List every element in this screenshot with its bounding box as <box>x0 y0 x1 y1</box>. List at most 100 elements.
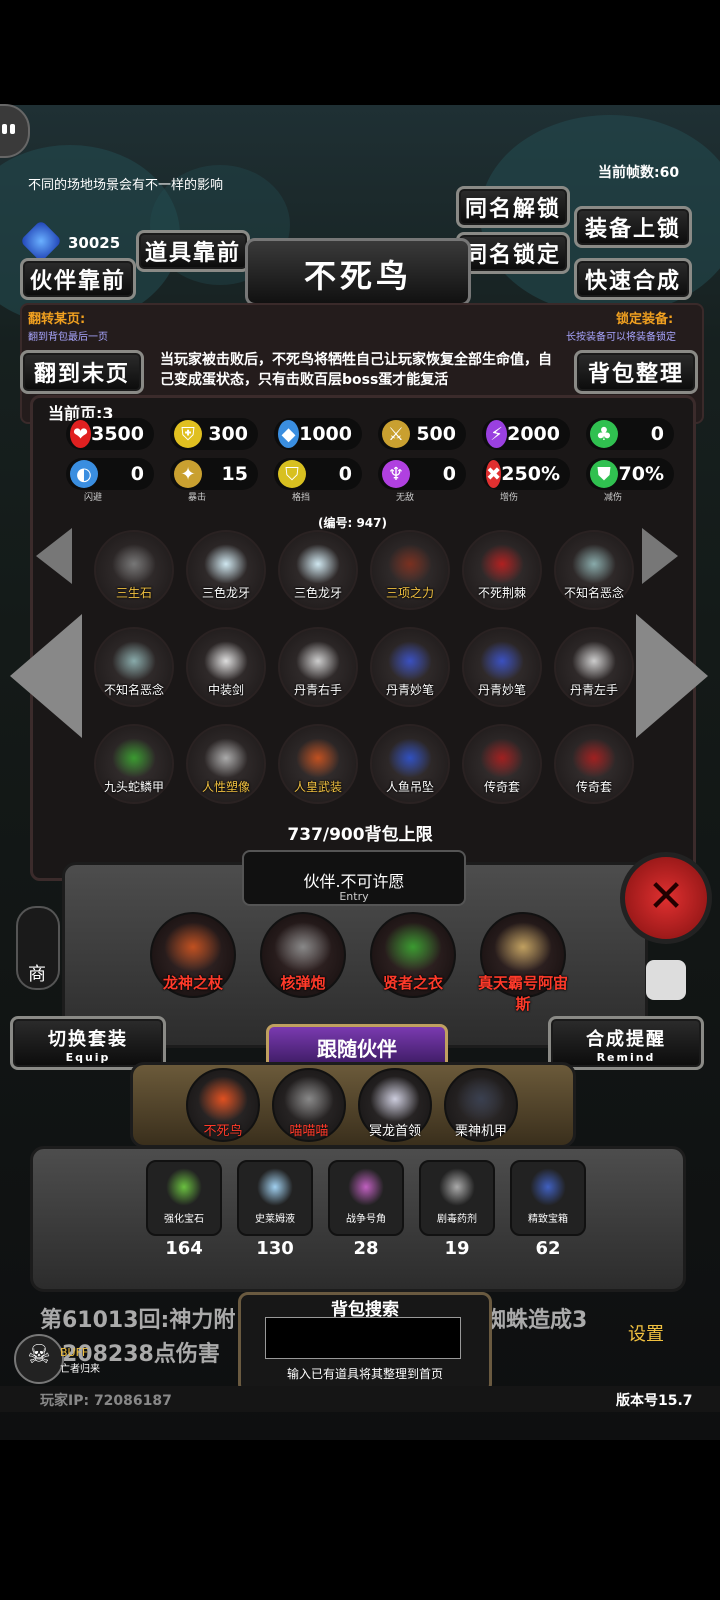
next-page-small-arrow[interactable] <box>642 528 678 584</box>
damage-down-icon: ⛊ <box>590 460 618 488</box>
next-page-arrow[interactable] <box>636 614 708 738</box>
inventory-name: 剧毒药剂 <box>437 1214 477 1225</box>
partner-orb[interactable]: 核弹炮 <box>260 912 346 998</box>
inventory-name: 精致宝箱 <box>528 1214 568 1225</box>
inventory-art <box>530 1168 566 1206</box>
companion-name: 不死鸟 <box>203 1124 243 1139</box>
inventory-art <box>257 1168 293 1206</box>
bag-item-slot[interactable]: 三生石 <box>94 530 174 610</box>
go-last-page-button[interactable]: 翻到末页 <box>20 350 144 394</box>
merge-remind-title: 合成提醒 <box>586 1029 666 1050</box>
player-ip: 玩家IP: 72086187 <box>40 1393 172 1409</box>
bag-item-slot[interactable]: 人鱼吊坠 <box>370 724 450 804</box>
companion-slot[interactable]: 不死鸟 <box>186 1068 260 1142</box>
stat-value: 2000 <box>507 423 560 445</box>
item-picture <box>572 738 616 778</box>
same-name-unlock-button[interactable]: 同名解锁 <box>456 186 570 228</box>
follow-partner-label: 跟随伙伴 <box>317 1037 397 1061</box>
bag-item-slot[interactable]: 丹青左手 <box>554 627 634 707</box>
partner-orb-art <box>384 922 442 972</box>
stat-value: 1000 <box>299 423 352 445</box>
companion-slot[interactable]: 栗神机甲 <box>444 1068 518 1142</box>
bag-item-slot[interactable]: 不死荆棘 <box>462 530 542 610</box>
item-picture <box>572 544 616 584</box>
sort-bag-button[interactable]: 背包整理 <box>574 350 698 394</box>
bag-item-slot[interactable]: 丹青右手 <box>278 627 358 707</box>
partner-front-button[interactable]: 伙伴靠前 <box>20 258 136 300</box>
item-picture <box>388 641 432 681</box>
partner-orb[interactable]: 真天霸号阿宙斯 <box>478 912 568 1013</box>
bag-item-slot[interactable]: 丹青妙笔 <box>462 627 542 707</box>
inventory-item[interactable]: 精致宝箱 62 <box>510 1160 586 1259</box>
item-name: 三色龙牙 <box>293 586 342 600</box>
item-picture <box>296 544 340 584</box>
bag-item-slot[interactable]: 三色龙牙 <box>278 530 358 610</box>
buff-button[interactable]: ☠ <box>14 1334 64 1384</box>
inventory-item[interactable]: 战争号角 28 <box>328 1160 404 1259</box>
item-picture <box>204 544 248 584</box>
bag-item-slot[interactable]: 人皇武装 <box>278 724 358 804</box>
companion-slot[interactable]: 喵喵喵 <box>272 1068 346 1142</box>
bag-item-slot[interactable]: 不知名恶念 <box>94 627 174 707</box>
stat-pill: ✖ 250% <box>482 458 570 490</box>
item-picture <box>388 544 432 584</box>
stat-value: 250% <box>501 463 560 485</box>
item-picture <box>388 738 432 778</box>
partner-orb[interactable]: 贤者之衣 <box>370 912 456 998</box>
stat-label: 暴击 <box>188 493 207 503</box>
quick-merge-button[interactable]: 快速合成 <box>574 258 692 300</box>
shop-button[interactable]: 商 <box>16 906 60 990</box>
inventory-count: 19 <box>444 1238 470 1259</box>
bag-item-slot[interactable]: 不知名恶念 <box>554 530 634 610</box>
close-button[interactable]: ✕ <box>620 852 712 944</box>
item-picture <box>480 544 524 584</box>
inventory-item[interactable]: 剧毒药剂 19 <box>419 1160 495 1259</box>
bag-item-slot[interactable]: 中装剑 <box>186 627 266 707</box>
bag-item-slot[interactable]: 传奇套 <box>462 724 542 804</box>
stat-value: 70% <box>618 463 664 485</box>
block-icon: ⛉ <box>278 460 306 488</box>
entry-banner: 伙伴.不可许愿 Entry <box>242 850 466 906</box>
merge-remind-button[interactable]: 合成提醒 Remind <box>548 1016 704 1070</box>
settings-label[interactable]: 设置 <box>628 1320 664 1346</box>
partner-orb-art <box>274 922 332 972</box>
bag-item-slot[interactable]: 九头蛇鳞甲 <box>94 724 174 804</box>
same-name-lock-button[interactable]: 同名锁定 <box>456 232 570 274</box>
bag-item-slot[interactable]: 人性塑像 <box>186 724 266 804</box>
items-front-button[interactable]: 道具靠前 <box>136 230 250 272</box>
prev-page-arrow[interactable] <box>10 614 82 738</box>
buff-sub: 亡者归来 <box>60 1364 100 1375</box>
item-name: 九头蛇鳞甲 <box>103 780 164 794</box>
item-name: 传奇套 <box>483 780 520 794</box>
stat-label: 格挡 <box>292 493 311 503</box>
inventory-item[interactable]: 强化宝石 164 <box>146 1160 222 1259</box>
item-picture <box>480 641 524 681</box>
bag-item-slot[interactable]: 丹青妙笔 <box>370 627 450 707</box>
partner-orb[interactable]: 龙神之杖 <box>150 912 236 998</box>
prev-page-small-arrow[interactable] <box>36 528 72 584</box>
stat-value: 0 <box>650 423 664 445</box>
inventory-art <box>166 1168 202 1206</box>
companion-art <box>456 1076 506 1122</box>
buff-label: BUFF <box>60 1346 89 1359</box>
companion-name: 栗神机甲 <box>454 1124 507 1139</box>
bag-item-slot[interactable]: 传奇套 <box>554 724 634 804</box>
flip-label: 翻转某页: <box>28 312 86 327</box>
partner-orb-name: 龙神之杖 <box>162 974 223 992</box>
dice-icon[interactable] <box>646 960 686 1000</box>
item-name: 三生石 <box>115 586 152 600</box>
stat-value: 300 <box>208 423 248 445</box>
heart-icon: ❤ <box>70 420 92 448</box>
entry-sub: Entry <box>339 890 369 903</box>
search-input[interactable] <box>265 1317 461 1359</box>
bag-item-slot[interactable]: 三色龙牙 <box>186 530 266 610</box>
companion-name: 喵喵喵 <box>289 1124 329 1139</box>
equip-lock-button[interactable]: 装备上锁 <box>574 206 692 248</box>
flip-hint: 翻到背包最后一页 <box>28 332 108 343</box>
companion-slot[interactable]: 冥龙首领 <box>358 1068 432 1142</box>
bag-item-slot[interactable]: 三项之力 <box>370 530 450 610</box>
item-name: 不死荆棘 <box>477 586 526 600</box>
item-name: 不知名恶念 <box>103 683 164 697</box>
inventory-item[interactable]: 史莱姆液 130 <box>237 1160 313 1259</box>
stat-label: 闪避 <box>84 493 103 503</box>
